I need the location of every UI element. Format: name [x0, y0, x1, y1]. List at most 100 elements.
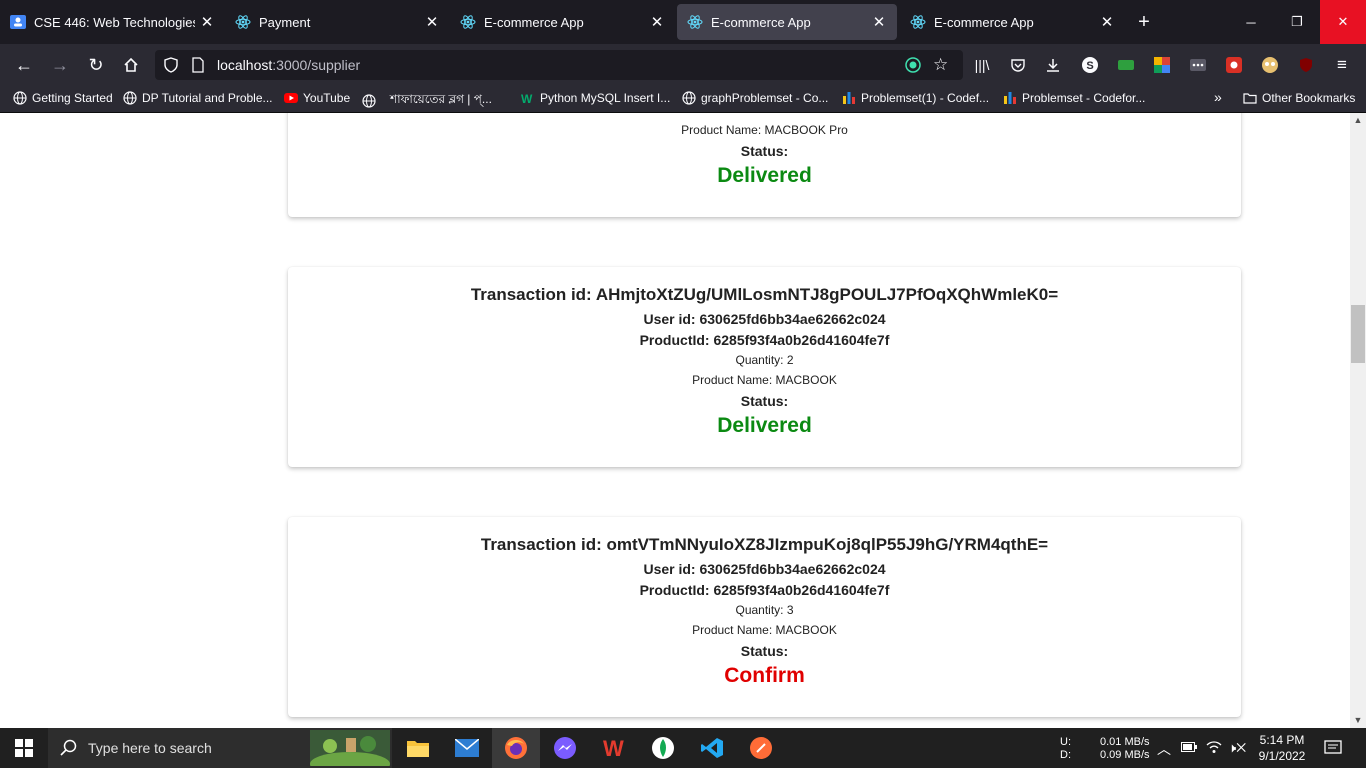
folder-icon — [1243, 91, 1257, 105]
account-s-icon[interactable]: S — [1080, 55, 1100, 75]
page-icon[interactable] — [191, 57, 205, 78]
product-id: ProductId: 6285f93f4a0b26d41604fe7f — [639, 332, 890, 348]
firefox-icon[interactable] — [492, 728, 540, 768]
battery-icon[interactable] — [1181, 742, 1197, 782]
tab-label: CSE 446: Web Technologies — [34, 14, 195, 30]
svg-text:W: W — [603, 737, 624, 759]
library-icon[interactable]: |||\ — [972, 55, 992, 75]
forward-button[interactable]: → — [48, 53, 72, 77]
search-placeholder: Type here to search — [88, 740, 212, 756]
net-down-speed: 0.09 MB/s — [1100, 749, 1150, 761]
bookmark-star-icon[interactable]: ☆ — [933, 55, 948, 75]
tab-strip: CSE 446: Web Technologies ✕ Payment ✕ E-… — [0, 0, 1366, 44]
react-icon — [910, 14, 926, 30]
globe-icon — [123, 91, 137, 105]
ublock-icon[interactable] — [1296, 55, 1316, 75]
net-up-label: U: — [1060, 736, 1071, 748]
extension-face-icon[interactable] — [1260, 55, 1280, 75]
scroll-down-arrow-icon[interactable]: ▼ — [1350, 713, 1366, 727]
clock[interactable]: 5:14 PM 9/1/2022 — [1258, 732, 1306, 772]
bookmark-other-bookmarks[interactable]: Other Bookmarks — [1243, 91, 1355, 105]
bookmark-youtube[interactable]: YouTube — [284, 91, 350, 105]
net-up-speed: 0.01 MB/s — [1100, 736, 1150, 748]
mongodb-compass-icon[interactable] — [639, 728, 687, 768]
pocket-icon[interactable] — [1008, 55, 1028, 75]
bookmark-shafaet-blog[interactable]: শাফায়েতের ব্লগ | প্... — [362, 91, 492, 111]
bookmark-dp-tutorial[interactable]: DP Tutorial and Proble... — [123, 91, 273, 105]
youtube-icon — [284, 91, 298, 105]
tab-label: E-commerce App — [711, 14, 811, 30]
tab-payment[interactable]: Payment ✕ — [225, 0, 450, 44]
page-scrollbar[interactable]: ▲ ▼ — [1350, 113, 1366, 728]
show-hidden-icons-chevron-icon[interactable]: ︿ — [1157, 739, 1171, 779]
scroll-up-arrow-icon[interactable]: ▲ — [1350, 113, 1366, 127]
clock-time: 5:14 PM — [1259, 733, 1305, 747]
tab-ecommerce-1[interactable]: E-commerce App ✕ — [450, 0, 675, 44]
bookmark-label: Python MySQL Insert I... — [540, 91, 671, 105]
bookmark-label: Problemset(1) - Codef... — [861, 91, 990, 105]
bookmark-problemset[interactable]: Problemset - Codefor... — [1003, 91, 1145, 105]
bookmark-label: Getting Started — [32, 91, 113, 105]
quantity: Quantity: 2 — [735, 353, 794, 367]
taskbar-search-box[interactable]: Type here to search — [48, 728, 392, 768]
tab-cse446[interactable]: CSE 446: Web Technologies ✕ — [0, 0, 225, 44]
postman-icon[interactable] — [737, 728, 785, 768]
url-bar[interactable]: localhost:3000/supplier ☆ — [155, 50, 963, 80]
tab-ecommerce-active[interactable]: E-commerce App ✕ — [677, 4, 897, 40]
restore-button[interactable]: ❐ — [1274, 0, 1320, 44]
notifications-icon[interactable] — [1324, 740, 1342, 780]
url-text[interactable]: localhost:3000/supplier — [217, 57, 360, 73]
status-label: Status: — [740, 143, 789, 159]
bookmark-label: YouTube — [303, 91, 351, 105]
bookmark-python-mysql[interactable]: W Python MySQL Insert I... — [521, 91, 671, 106]
close-tab-icon[interactable]: ✕ — [645, 13, 669, 31]
extension-green-icon[interactable] — [1116, 55, 1136, 75]
bookmark-label: graphProblemset - Co... — [701, 91, 829, 105]
globe-icon — [362, 94, 376, 108]
more-bookmarks-chevron-icon[interactable]: » — [1214, 89, 1222, 105]
close-tab-icon[interactable]: ✕ — [195, 13, 219, 31]
downloads-icon[interactable] — [1043, 55, 1063, 75]
close-window-button[interactable]: ✕ — [1320, 0, 1366, 44]
wifi-icon[interactable] — [1206, 740, 1222, 780]
shield-icon[interactable] — [163, 57, 179, 78]
start-button[interactable] — [0, 728, 48, 768]
react-icon — [460, 14, 476, 30]
network-speed: 0.01 MB/s 0.09 MB/s — [1100, 736, 1150, 776]
tab-label: Payment — [259, 14, 311, 30]
search-highlight-image — [310, 730, 390, 766]
close-tab-icon[interactable]: ✕ — [867, 13, 891, 31]
new-tab-button[interactable]: + — [1132, 10, 1156, 34]
extension-dots-icon[interactable] — [1188, 55, 1208, 75]
product-name: Product Name: MACBOOK — [692, 373, 837, 387]
bookmark-graph-problemset[interactable]: graphProblemset - Co... — [682, 91, 828, 105]
bookmark-problemset-1[interactable]: Problemset(1) - Codef... — [842, 91, 989, 105]
close-tab-icon[interactable]: ✕ — [1095, 13, 1119, 31]
close-tab-icon[interactable]: ✕ — [420, 13, 444, 31]
extension-color-icon[interactable] — [1152, 55, 1172, 75]
svg-text:S: S — [1086, 60, 1093, 72]
minimize-button[interactable]: ─ — [1228, 0, 1274, 44]
extension-red-icon[interactable] — [1224, 55, 1244, 75]
reload-button[interactable]: ↻ — [84, 53, 108, 77]
tab-label: E-commerce App — [934, 14, 1034, 30]
transaction-card: Transaction id: omtVTmNNyuIoXZ8JIzmpuKoj… — [288, 517, 1241, 717]
file-explorer-icon[interactable] — [394, 728, 442, 768]
home-button[interactable] — [119, 53, 143, 77]
back-button[interactable]: ← — [12, 53, 36, 77]
product-name: Product Name: MACBOOK — [692, 623, 837, 637]
windows-logo-icon — [15, 739, 33, 757]
bookmark-getting-started[interactable]: Getting Started — [13, 91, 113, 105]
vscode-icon[interactable] — [688, 728, 736, 768]
wps-office-icon[interactable]: W — [590, 728, 638, 768]
menu-icon[interactable]: ≡ — [1332, 55, 1352, 75]
react-icon — [235, 14, 251, 30]
scrollbar-thumb[interactable] — [1351, 305, 1365, 363]
volume-muted-icon[interactable]: 🕨✕ — [1228, 740, 1246, 780]
quantity: Quantity: 3 — [735, 603, 794, 617]
messenger-icon[interactable] — [541, 728, 589, 768]
tab-ecommerce-3[interactable]: E-commerce App ✕ — [900, 0, 1125, 44]
extension-target-icon[interactable] — [905, 57, 921, 78]
network-speed-labels: U: D: — [1060, 736, 1071, 776]
mail-icon[interactable] — [443, 728, 491, 768]
